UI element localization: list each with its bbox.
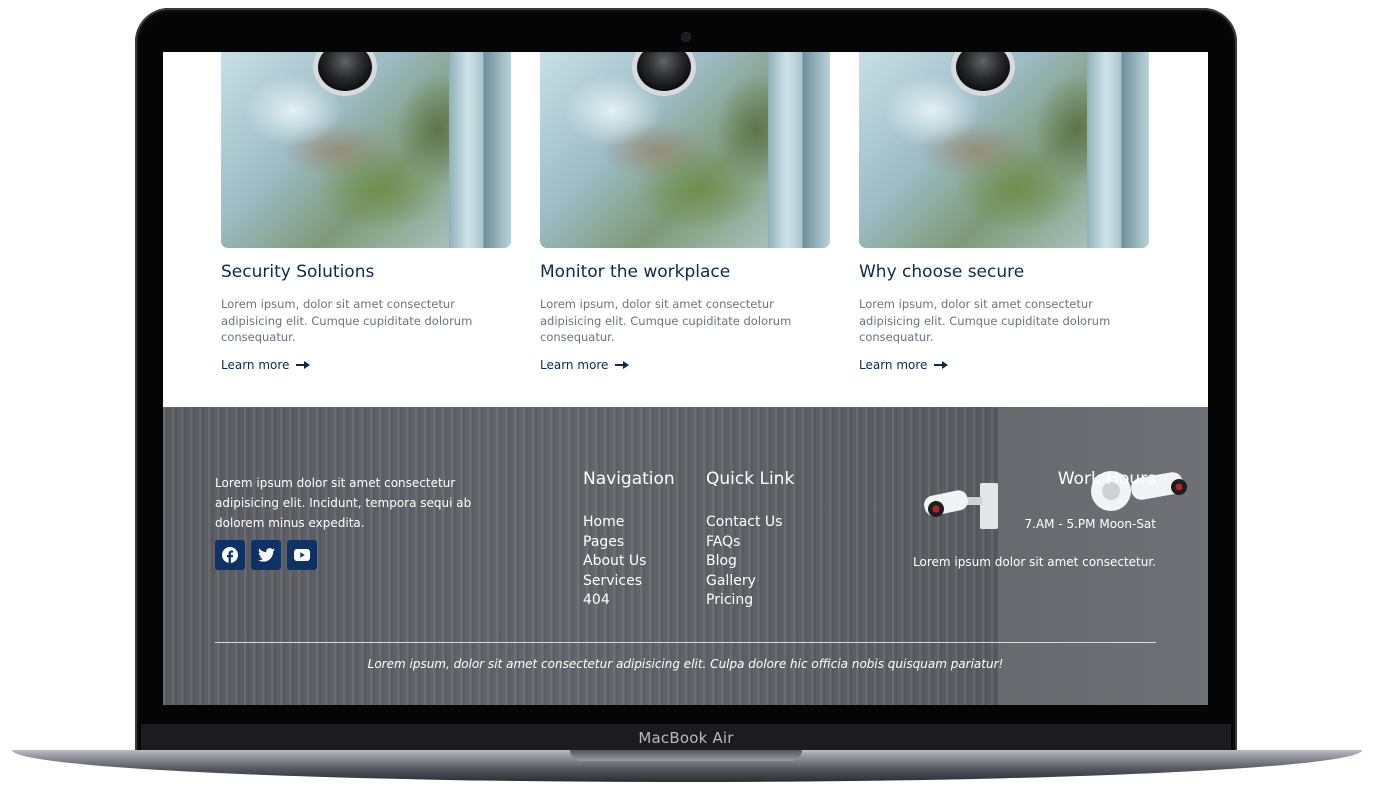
card-title: Security Solutions (221, 262, 375, 282)
website-screen: Security Solutions Lorem ipsum, dolor si… (163, 52, 1208, 705)
footer-link-pricing[interactable]: Pricing (706, 591, 794, 611)
card-title: Monitor the workplace (540, 262, 731, 282)
footer-link-pages[interactable]: Pages (583, 533, 675, 553)
footer-link-blog[interactable]: Blog (706, 552, 794, 572)
footer-copyright: Lorem ipsum, dolor sit amet consectetur … (367, 657, 1004, 671)
social-links (215, 540, 317, 570)
footer-link-faqs[interactable]: FAQs (706, 533, 794, 553)
learn-more-label: Learn more (540, 357, 609, 372)
navigation-heading: Navigation (583, 469, 675, 489)
card-text: Lorem ipsum, dolor sit amet consectetur … (859, 297, 1111, 344)
work-hours-heading: Work Hours (1057, 469, 1156, 489)
site-footer: Lorem ipsum dolor sit amet consectetur a… (163, 407, 1208, 705)
card-title: Why choose secure (859, 262, 1025, 282)
footer-work-hours: Work Hours 7.AM - 5.PM Moon-Sat Lorem ip… (896, 469, 1156, 569)
learn-more-label: Learn more (859, 357, 928, 372)
security-camera-image (540, 52, 830, 248)
footer-link-404[interactable]: 404 (583, 591, 675, 611)
youtube-link[interactable] (287, 540, 317, 570)
footer-link-contact[interactable]: Contact Us (706, 513, 794, 533)
footer-navigation: Navigation Home Pages About Us Services … (583, 469, 675, 611)
learn-more-label: Learn more (221, 357, 290, 372)
footer-about-text: Lorem ipsum dolor sit amet consectetur a… (215, 476, 472, 530)
laptop-bezel-bottom: MacBook Air (141, 724, 1231, 752)
footer-quick-links: Quick Link Contact Us FAQs Blog Gallery … (706, 469, 794, 611)
quick-link-heading: Quick Link (706, 469, 795, 489)
arrow-right-icon (296, 360, 311, 370)
footer-link-gallery[interactable]: Gallery (706, 572, 794, 592)
footer-link-services[interactable]: Services (583, 572, 675, 592)
work-hours-time: 7.AM - 5.PM Moon-Sat (1024, 517, 1156, 531)
service-card: Why choose secure Lorem ipsum, dolor sit… (859, 52, 1149, 374)
security-camera-image (221, 52, 511, 248)
arrow-right-icon (615, 360, 630, 370)
footer-divider (215, 642, 1156, 643)
footer-link-about[interactable]: About Us (583, 552, 675, 572)
card-text: Lorem ipsum, dolor sit amet consectetur … (540, 297, 792, 344)
arrow-right-icon (934, 360, 949, 370)
twitter-link[interactable] (251, 540, 281, 570)
twitter-icon (257, 548, 275, 562)
youtube-icon (294, 549, 310, 561)
learn-more-link[interactable]: Learn more (540, 357, 630, 372)
facebook-link[interactable] (215, 540, 245, 570)
facebook-icon (222, 547, 238, 563)
security-camera-image (859, 52, 1149, 248)
card-text: Lorem ipsum, dolor sit amet consectetur … (221, 297, 473, 344)
learn-more-link[interactable]: Learn more (859, 357, 949, 372)
work-hours-note: Lorem ipsum dolor sit amet consectetur. (913, 555, 1156, 569)
device-label: MacBook Air (638, 729, 734, 747)
footer-link-home[interactable]: Home (583, 513, 675, 533)
learn-more-link[interactable]: Learn more (221, 357, 311, 372)
service-card: Monitor the workplace Lorem ipsum, dolor… (540, 52, 830, 374)
laptop-hinge-notch (570, 750, 802, 761)
service-card: Security Solutions Lorem ipsum, dolor si… (221, 52, 511, 374)
webcam (682, 33, 690, 41)
